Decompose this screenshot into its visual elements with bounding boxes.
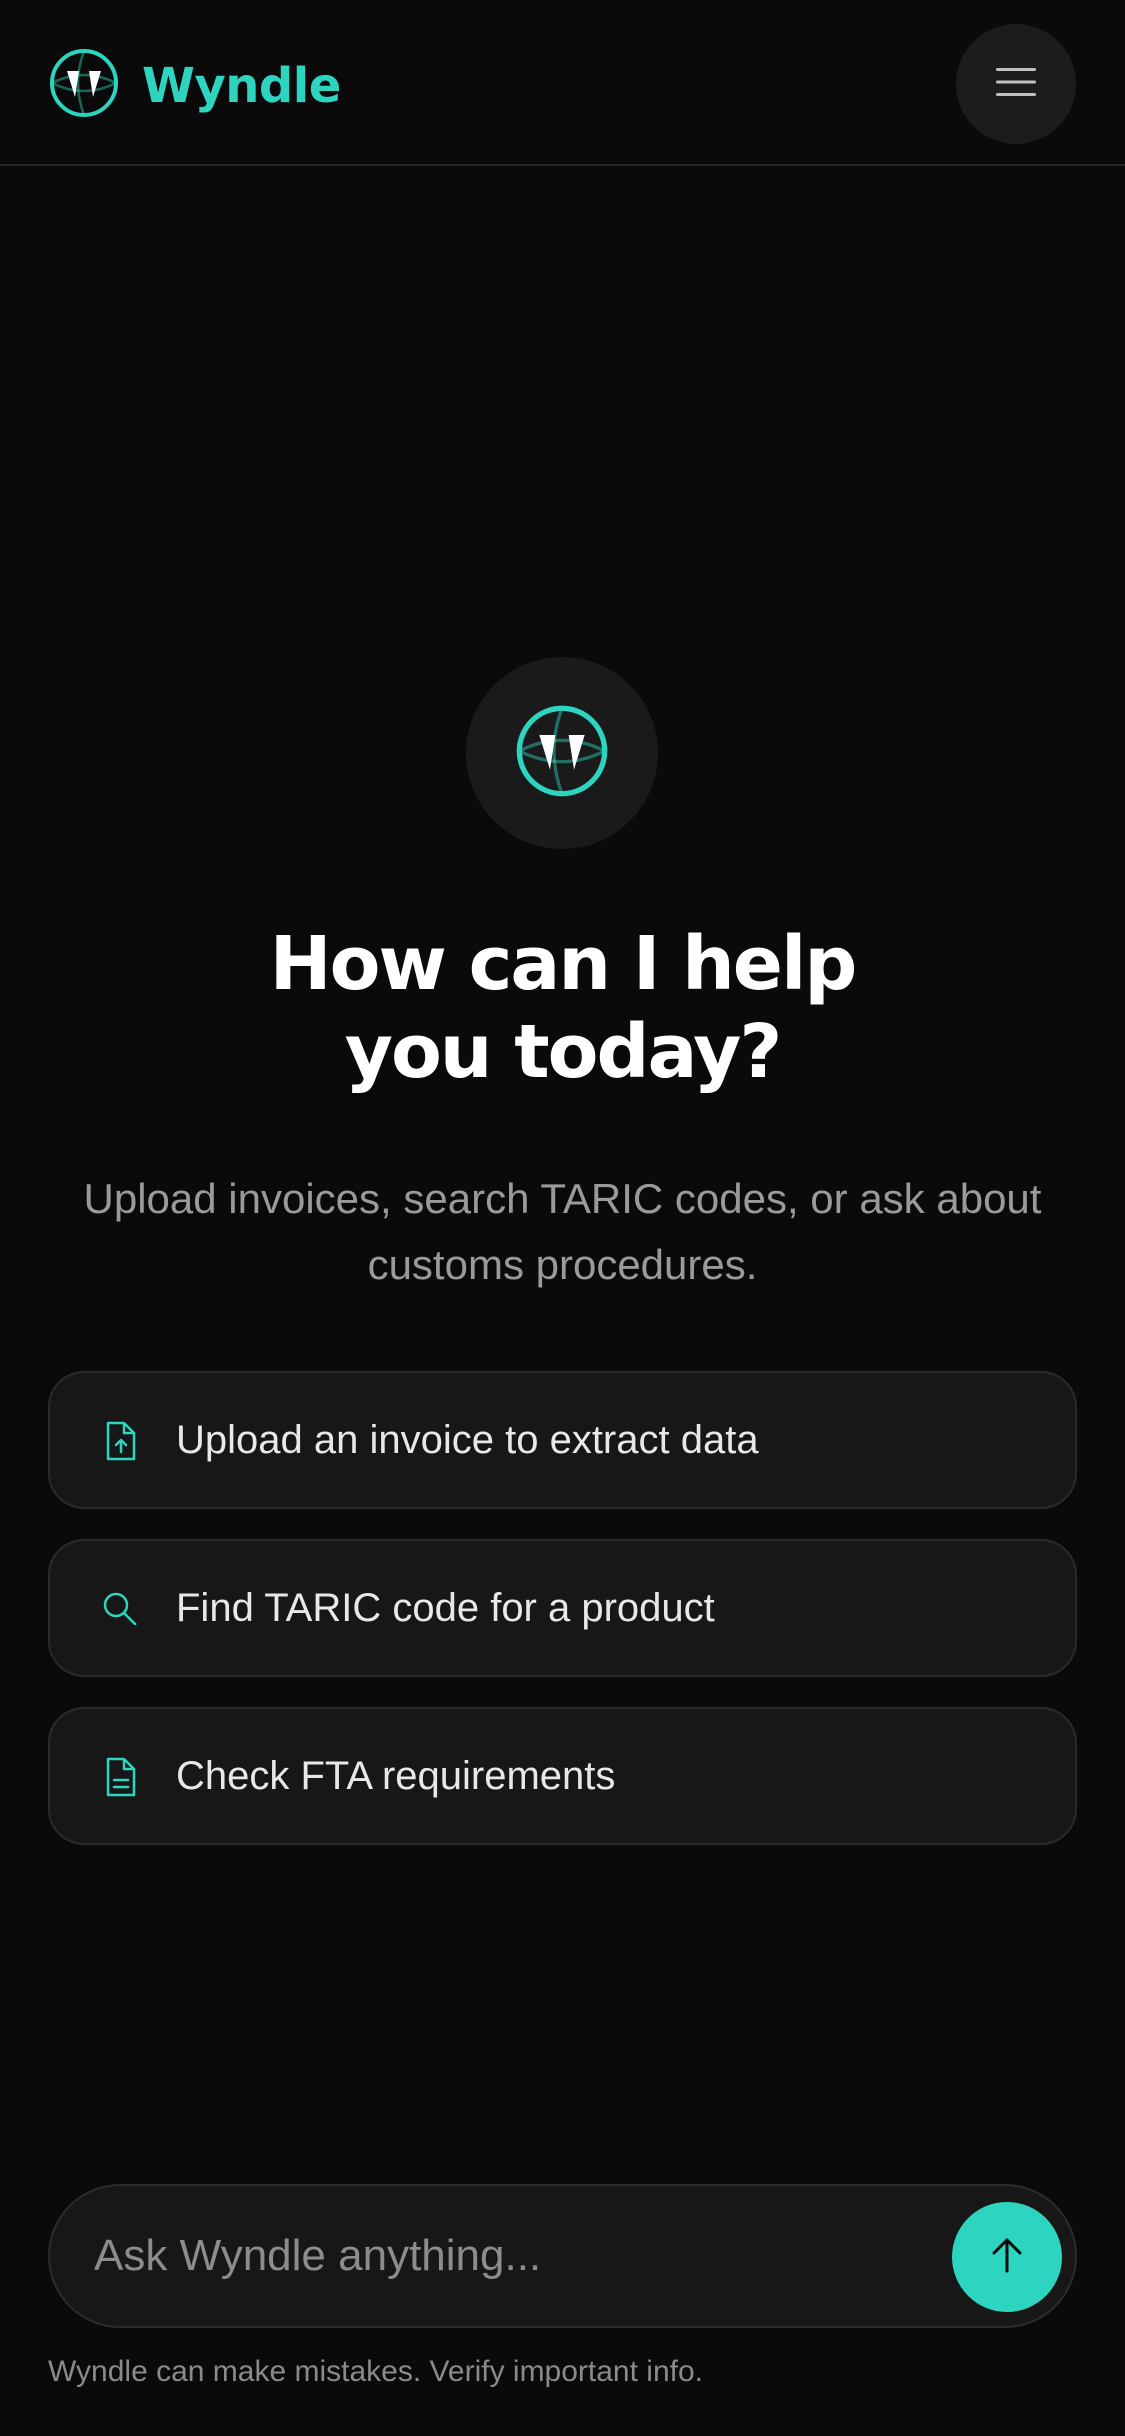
disclaimer-text: Wyndle can make mistakes. Verify importa… — [48, 2355, 703, 2388]
suggestion-label: Upload an invoice to extract data — [176, 1418, 759, 1462]
hero-logo-badge — [466, 657, 658, 849]
brand[interactable]: Wyndle — [48, 47, 341, 124]
arrow-up-icon — [985, 2233, 1029, 2282]
page-subtitle: Upload invoices, search TARIC codes, or … — [83, 1175, 1042, 1288]
hamburger-menu-icon — [994, 66, 1038, 103]
suggestion-label: Find TARIC code for a product — [176, 1586, 715, 1630]
app-root: Wyndle How can I help you today? Upload … — [0, 0, 1125, 2436]
document-text-icon — [98, 1755, 142, 1799]
brand-name: Wyndle — [142, 57, 341, 114]
wyndle-logo-icon — [48, 47, 120, 124]
chat-composer — [48, 2184, 1077, 2328]
title-line-1: How can I help — [269, 921, 858, 1007]
suggestion-find-taric[interactable]: Find TARIC code for a product — [48, 1539, 1077, 1677]
title-line-2: you today? — [344, 1009, 783, 1095]
wyndle-logo-icon — [514, 703, 610, 804]
search-icon — [98, 1587, 142, 1631]
chat-input[interactable] — [94, 2208, 934, 2304]
send-button[interactable] — [952, 2202, 1062, 2312]
top-header: Wyndle — [0, 0, 1125, 166]
menu-button[interactable] — [956, 24, 1076, 144]
suggestion-label: Check FTA requirements — [176, 1754, 616, 1798]
suggestion-upload-invoice[interactable]: Upload an invoice to extract data — [48, 1371, 1077, 1509]
page-title: How can I help you today? — [0, 920, 1125, 1096]
suggestion-check-fta[interactable]: Check FTA requirements — [48, 1707, 1077, 1845]
file-upload-icon — [98, 1419, 142, 1463]
